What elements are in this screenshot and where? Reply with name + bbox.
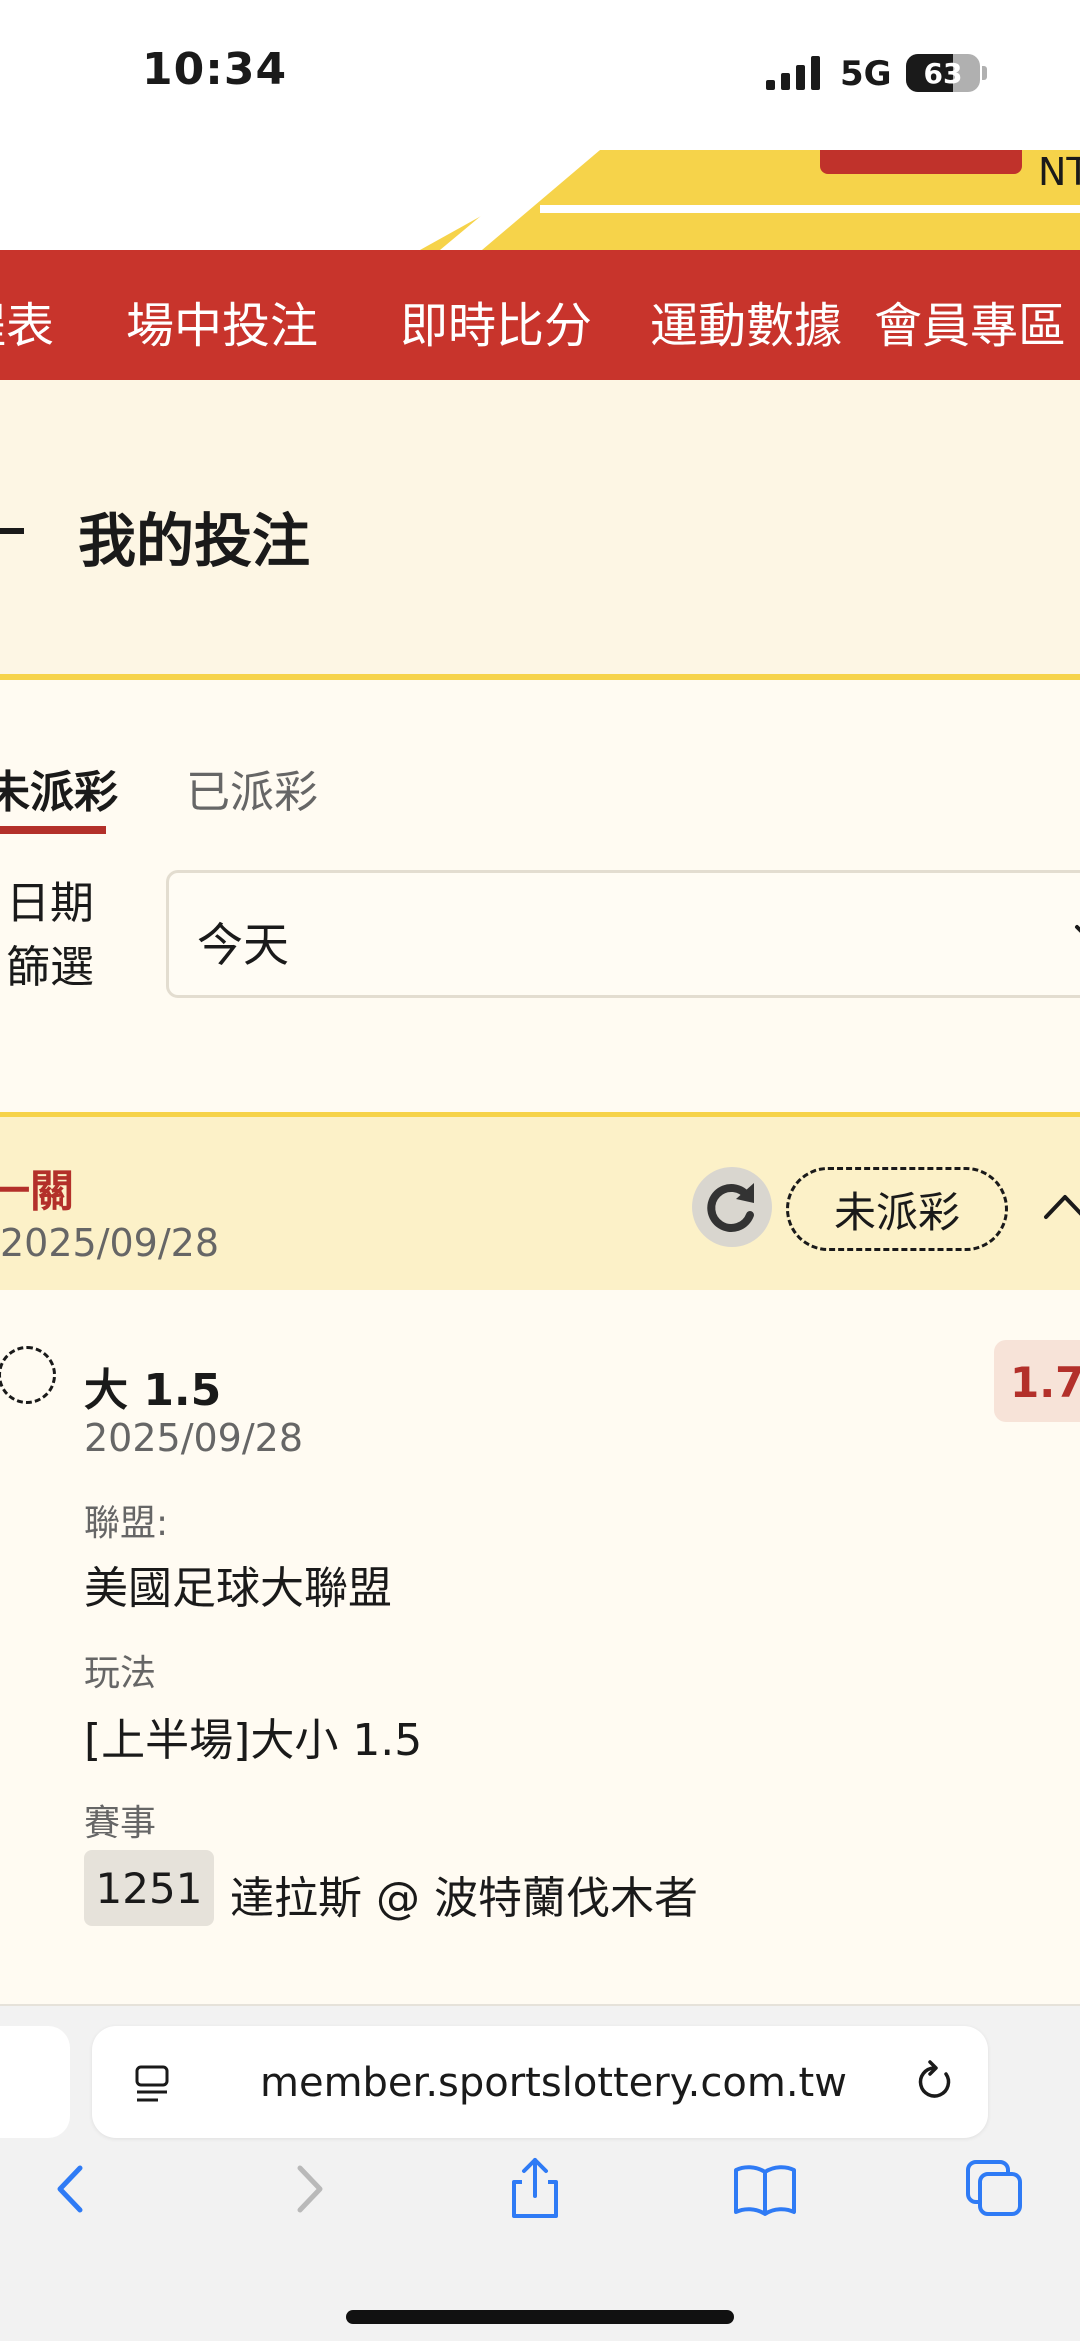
date-filter-label-line1: 日期 [6, 878, 94, 929]
market-value: [上半場]大小 1.5 [84, 1715, 423, 1766]
login-button[interactable] [820, 150, 1022, 174]
event-label: 賽事 [84, 1803, 157, 1844]
nav-item-member-zone[interactable]: 會員專區 [874, 286, 1066, 356]
site-header-banner: NT [0, 150, 1080, 250]
nav-item-live-scores[interactable]: 即時比分 [400, 286, 592, 356]
status-time: 10:34 [142, 44, 288, 95]
previous-tab-pill[interactable] [0, 2026, 70, 2138]
currency-label: NT [1038, 150, 1080, 194]
tab-unsettled[interactable]: 未派彩 [0, 756, 118, 820]
date-filter-select[interactable]: 今天 [166, 870, 1080, 998]
page-menu-icon[interactable] [134, 2064, 172, 2104]
selection-date: 2025/09/28 [84, 1416, 304, 1460]
status-badge: 未派彩 [786, 1167, 1008, 1251]
back-icon[interactable] [38, 2154, 108, 2224]
address-bar[interactable]: member.sportslottery.com.tw [92, 2026, 988, 2138]
bet-date: 2025/09/28 [0, 1221, 220, 1265]
date-filter-label-line2: 篩選 [6, 942, 94, 993]
event-code: 1251 [84, 1850, 214, 1926]
title-accent-dash [0, 528, 24, 534]
nav-item-sports-data[interactable]: 運動數據 [650, 286, 842, 356]
tabs-icon[interactable] [960, 2154, 1030, 2224]
battery-tip [982, 66, 987, 80]
page-title-bar: 我的投注 [0, 380, 1080, 680]
bet-card-header[interactable]: 一關 2025/09/28 未派彩 [0, 1112, 1080, 1290]
date-filter-value: 今天 [197, 918, 289, 972]
chevron-down-icon [1075, 925, 1080, 933]
active-tab-indicator [0, 826, 106, 834]
forward-icon[interactable] [272, 2154, 342, 2224]
browser-toolbar: member.sportslottery.com.tw [0, 2006, 1080, 2341]
odds-badge: 1.76 [994, 1340, 1080, 1422]
event-name: 達拉斯 @ 波特蘭伐木者 [230, 1873, 698, 1924]
tab-settled[interactable]: 已派彩 [186, 756, 318, 820]
status-bar: 10:34 5G 63 [0, 0, 1080, 150]
date-filter-label: 日期 篩選 [6, 872, 106, 1000]
refresh-icon [707, 1183, 754, 1232]
main-nav: 賽程表 場中投注 即時比分 運動數據 會員專區 [0, 250, 1080, 380]
reload-icon[interactable] [912, 2060, 956, 2104]
market-label: 玩法 [84, 1653, 157, 1694]
home-indicator [346, 2310, 734, 2324]
odds-value: 1.76 [1010, 1358, 1080, 1407]
pending-status-icon [0, 1346, 56, 1404]
selection-name: 大 1.5 [84, 1365, 222, 1416]
network-type: 5G [840, 54, 892, 94]
chevron-up-icon[interactable] [1040, 1185, 1080, 1225]
battery-percent: 63 [923, 56, 963, 90]
share-icon[interactable] [500, 2154, 570, 2224]
nav-item-live-betting[interactable]: 場中投注 [126, 286, 318, 356]
page-title: 我的投注 [78, 507, 311, 575]
battery-icon: 63 [906, 54, 980, 92]
refresh-button[interactable] [692, 1167, 772, 1247]
url-text: member.sportslottery.com.tw [260, 2060, 847, 2106]
bookmarks-icon[interactable] [730, 2154, 800, 2224]
league-value: 美國足球大聯盟 [84, 1563, 392, 1614]
nav-item-schedule[interactable]: 賽程表 [0, 286, 54, 356]
league-label: 聯盟: [84, 1503, 169, 1544]
bet-type: 一關 [0, 1166, 74, 1217]
cellular-signal-icon [766, 56, 820, 90]
